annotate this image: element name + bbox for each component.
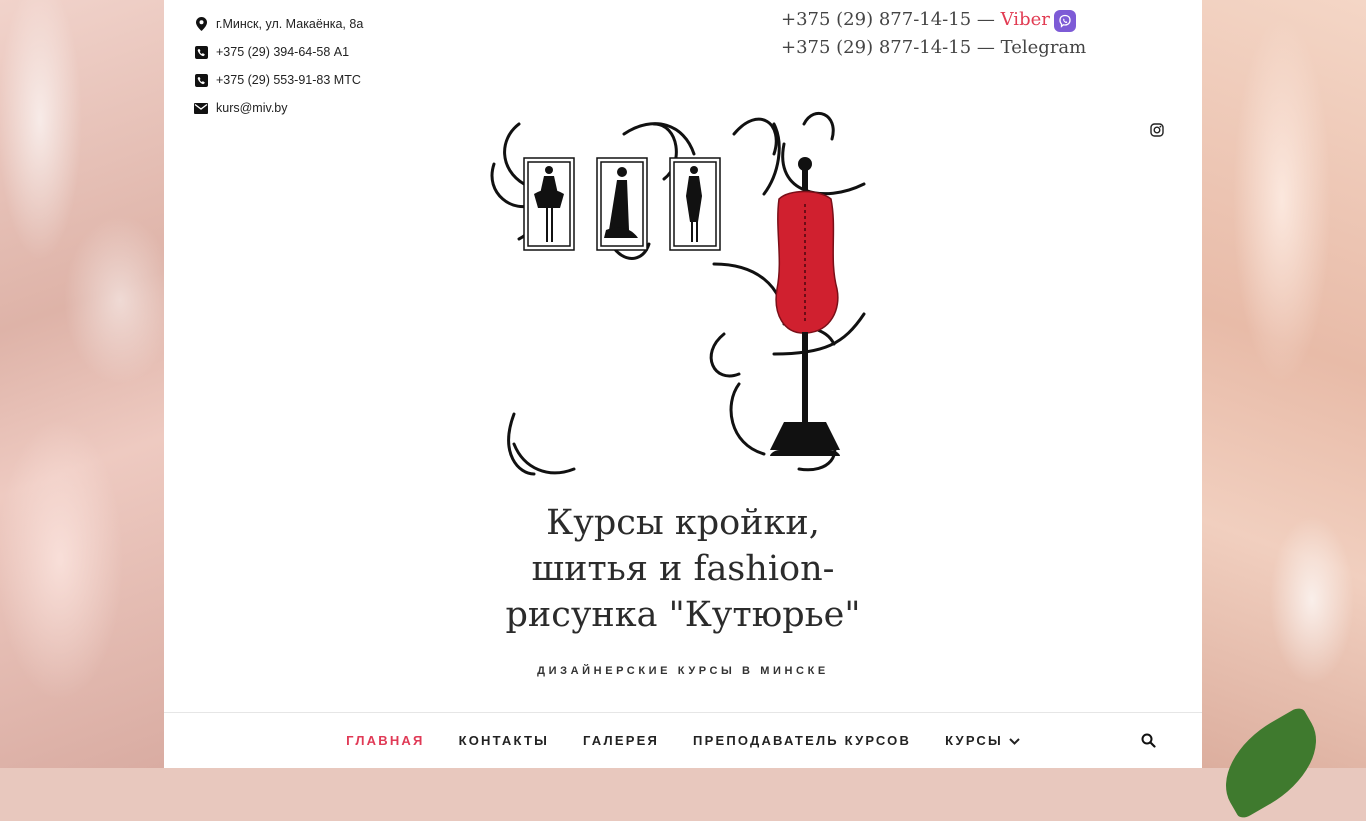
nav-item-courses[interactable]: КУРСЫ [945, 733, 1020, 748]
telegram-phone-number: +375 (29) 877-14-15 [781, 37, 972, 58]
phone-icon [194, 45, 208, 59]
map-pin-icon [194, 17, 208, 31]
nav-item-teacher[interactable]: ПРЕПОДАВАТЕЛЬ КУРСОВ [693, 733, 911, 748]
nav-item-courses-label: КУРСЫ [945, 733, 1003, 748]
address-text: г.Минск, ул. Макаёнка, 8а [216, 17, 364, 31]
background-silk-right [1202, 0, 1366, 821]
site-title-line-3: рисунка "Кутюрье" [505, 595, 861, 635]
nav-item-gallery[interactable]: ГАЛЕРЕЯ [583, 733, 659, 748]
site-title-line-2: шитья и fashion- [531, 549, 835, 589]
phone-mts-row[interactable]: +375 (29) 553-91-83 МТС [194, 66, 363, 94]
search-icon[interactable] [1141, 733, 1156, 753]
site-title[interactable]: Курсы кройки, шитья и fashion- рисунка "… [464, 500, 902, 638]
nav-item-contacts[interactable]: КОНТАКТЫ [459, 733, 549, 748]
background-silk-left [0, 0, 164, 768]
viber-phone-number: +375 (29) 877-14-15 [781, 9, 972, 30]
nav-item-home[interactable]: ГЛАВНАЯ [346, 733, 424, 748]
nav-item-gallery-label: ГАЛЕРЕЯ [583, 733, 660, 748]
email-row[interactable]: kurs@miv.by [194, 94, 363, 122]
messenger-phones: +375 (29) 877-14-15 — Viber +375 (29) 87… [781, 6, 1086, 62]
phone-a1-text: +375 (29) 394-64-58 А1 [216, 45, 350, 59]
instagram-icon[interactable] [1150, 123, 1164, 142]
viber-phone-row[interactable]: +375 (29) 877-14-15 — Viber [781, 6, 1086, 34]
phone-icon [194, 73, 208, 87]
email-text: kurs@miv.by [216, 101, 288, 115]
nav-item-contacts-label: КОНТАКТЫ [458, 733, 550, 748]
page-container: г.Минск, ул. Макаёнка, 8а +375 (29) 394-… [164, 0, 1202, 768]
site-tagline: ДИЗАЙНЕРСКИЕ КУРСЫ В МИНСКЕ [537, 665, 829, 677]
chevron-down-icon [1009, 733, 1020, 748]
phone-mts-text: +375 (29) 553-91-83 МТС [216, 73, 361, 87]
main-navigation: ГЛАВНАЯ КОНТАКТЫ ГАЛЕРЕЯ ПРЕПОДАВАТЕЛЬ К… [164, 712, 1202, 768]
phone-a1-row[interactable]: +375 (29) 394-64-58 А1 [194, 38, 363, 66]
address-row: г.Минск, ул. Макаёнка, 8а [194, 10, 363, 38]
telegram-dash: — [971, 37, 1001, 58]
telegram-phone-row[interactable]: +375 (29) 877-14-15 — Telegram [781, 34, 1086, 62]
nav-item-home-label: ГЛАВНАЯ [346, 733, 425, 748]
nav-item-teacher-label: ПРЕПОДАВАТЕЛЬ КУРСОВ [693, 733, 912, 748]
viber-icon[interactable] [1053, 10, 1076, 32]
contact-info: г.Минск, ул. Макаёнка, 8а +375 (29) 394-… [194, 10, 363, 122]
viber-label: Viber [1000, 9, 1050, 30]
leaf-decoration [1205, 705, 1337, 821]
site-logo[interactable] [484, 104, 884, 488]
email-icon [194, 101, 208, 115]
site-title-line-1: Курсы кройки, [546, 503, 820, 543]
viber-dash: — [971, 9, 1001, 30]
telegram-label: Telegram [1000, 37, 1087, 58]
